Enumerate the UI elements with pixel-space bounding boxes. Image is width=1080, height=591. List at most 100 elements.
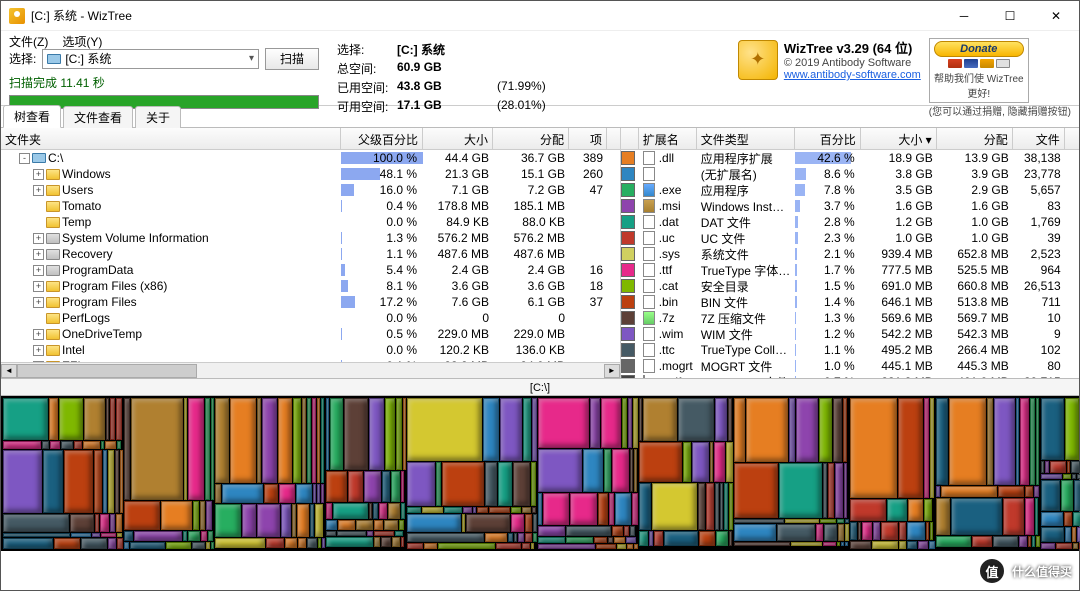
- scroll-left-icon[interactable]: ◄: [1, 364, 17, 378]
- ext-label: .msi: [659, 199, 681, 213]
- table-row[interactable]: +Users16.0 %7.1 GB7.2 GB47: [1, 182, 620, 198]
- ext-label: .dll: [659, 151, 674, 165]
- treemap[interactable]: [1, 396, 1079, 551]
- tree-expander[interactable]: +: [33, 329, 44, 340]
- table-row[interactable]: .datDAT 文件2.8 %1.2 GB1.0 GB1,769: [621, 214, 1079, 230]
- col-ext[interactable]: 扩展名: [639, 128, 697, 149]
- col-size[interactable]: 大小: [423, 128, 493, 149]
- drive-select[interactable]: [C:] 系统: [42, 49, 259, 69]
- ext-label: .sys: [659, 247, 680, 261]
- table-row[interactable]: +System Volume Information1.3 %576.2 MB5…: [1, 230, 620, 246]
- tree-expander[interactable]: +: [33, 297, 44, 308]
- tab-treeview[interactable]: 树查看: [3, 105, 61, 128]
- brand-url[interactable]: www.antibody-software.com: [784, 69, 921, 81]
- left-table-body[interactable]: -C:\100.0 %44.4 GB36.7 GB389+Windows48.1…: [1, 150, 620, 362]
- maximize-button[interactable]: ☐: [987, 1, 1033, 31]
- folder-name: Tomato: [62, 199, 101, 213]
- ext-label: .manifes: [649, 375, 694, 378]
- col-alloc2[interactable]: 分配: [937, 128, 1013, 149]
- scroll-thumb[interactable]: [17, 364, 197, 378]
- ext-color-icon: [621, 215, 635, 229]
- ext-label: .uc: [659, 231, 675, 245]
- close-button[interactable]: ✕: [1033, 1, 1079, 31]
- table-row[interactable]: .cat安全目录1.5 %691.0 MB660.8 MB26,513: [621, 278, 1079, 294]
- watermark-icon: 值: [978, 557, 1006, 585]
- col-pct[interactable]: 百分比: [795, 128, 861, 149]
- col-files[interactable]: 文件: [1013, 128, 1065, 149]
- table-row[interactable]: +Recovery1.1 %487.6 MB487.6 MB: [1, 246, 620, 262]
- folder-name: System Volume Information: [62, 231, 209, 245]
- table-row[interactable]: +OneDriveTemp0.5 %229.0 MB229.0 MB: [1, 326, 620, 342]
- col-filetype[interactable]: 文件类型: [697, 128, 795, 149]
- table-row[interactable]: +Intel0.0 %120.2 KB136.0 KB: [1, 342, 620, 358]
- filetype-icon: [643, 215, 655, 229]
- filetype-icon: [643, 247, 655, 261]
- scan-button[interactable]: 扫描: [265, 48, 319, 70]
- col-folder[interactable]: 文件夹: [1, 128, 341, 149]
- filetype-icon: [643, 359, 655, 373]
- payment-cards-icon: [934, 59, 1024, 68]
- table-row[interactable]: .wimWIM 文件1.2 %542.2 MB542.3 MB9: [621, 326, 1079, 342]
- minimize-button[interactable]: ─: [941, 1, 987, 31]
- tree-expander[interactable]: +: [33, 169, 44, 180]
- right-table-body[interactable]: .dll应用程序扩展42.6 %18.9 GB13.9 GB38,138(无扩展…: [621, 150, 1079, 378]
- table-row[interactable]: -C:\100.0 %44.4 GB36.7 GB389: [1, 150, 620, 166]
- table-row[interactable]: .ttfTrueType 字体文件1.7 %777.5 MB525.5 MB96…: [621, 262, 1079, 278]
- filetype-icon: [643, 375, 645, 378]
- table-row[interactable]: .manifesMANIFEST 文件0.7 %331.2 MB401.0 MB…: [621, 374, 1079, 378]
- tree-expander[interactable]: +: [33, 249, 44, 260]
- folder-icon: [46, 345, 60, 356]
- h-scrollbar[interactable]: ◄ ►: [1, 362, 620, 378]
- tab-fileview[interactable]: 文件查看: [63, 106, 133, 128]
- tab-about[interactable]: 关于: [135, 106, 181, 128]
- tree-expander[interactable]: +: [33, 281, 44, 292]
- donate-panel: Donate 帮助我们使 WizTree 更好!: [929, 38, 1029, 103]
- table-row[interactable]: Tomato0.4 %178.8 MB185.1 MB: [1, 198, 620, 214]
- table-row[interactable]: (无扩展名)8.6 %3.8 GB3.9 GB23,778: [621, 166, 1079, 182]
- tree-expander[interactable]: +: [33, 345, 44, 356]
- table-row[interactable]: +Program Files (x86)8.1 %3.6 GB3.6 GB18: [1, 278, 620, 294]
- table-row[interactable]: +ProgramData5.4 %2.4 GB2.4 GB16: [1, 262, 620, 278]
- watermark-text: 什么值得买: [1012, 563, 1072, 580]
- ext-color-icon: [621, 343, 635, 357]
- ext-color-icon: [621, 151, 635, 165]
- folder-name: Users: [62, 183, 93, 197]
- right-table-header: 扩展名 文件类型 百分比 大小 ▾ 分配 文件: [621, 128, 1079, 150]
- folder-icon: [46, 281, 60, 292]
- col-alloc[interactable]: 分配: [493, 128, 569, 149]
- filetype-icon: [643, 167, 655, 181]
- ext-color-icon: [621, 359, 635, 373]
- scroll-right-icon[interactable]: ►: [604, 364, 620, 378]
- watermark: 值 什么值得买: [978, 557, 1072, 585]
- col-items[interactable]: 项: [569, 128, 607, 149]
- tree-expander[interactable]: -: [19, 153, 30, 164]
- table-row[interactable]: Temp0.0 %84.9 KB88.0 KB: [1, 214, 620, 230]
- tree-expander[interactable]: +: [33, 265, 44, 276]
- folder-name: ProgramData: [62, 263, 133, 277]
- table-row[interactable]: .ttcTrueType Collection1.1 %495.2 MB266.…: [621, 342, 1079, 358]
- table-row[interactable]: .sys系统文件2.1 %939.4 MB652.8 MB2,523: [621, 246, 1079, 262]
- table-row[interactable]: .mogrtMOGRT 文件1.0 %445.1 MB445.3 MB80: [621, 358, 1079, 374]
- tree-expander[interactable]: +: [33, 233, 44, 244]
- drive-icon: [47, 54, 61, 64]
- table-row[interactable]: +Program Files17.2 %7.6 GB6.1 GB37: [1, 294, 620, 310]
- ext-label: .bin: [659, 295, 678, 309]
- main-panes: 文件夹 父级百分比 大小 分配 项 -C:\100.0 %44.4 GB36.7…: [1, 128, 1079, 378]
- tree-expander[interactable]: +: [33, 185, 44, 196]
- folder-name: Windows: [62, 167, 111, 181]
- table-row[interactable]: +Windows48.1 %21.3 GB15.1 GB260: [1, 166, 620, 182]
- table-row[interactable]: .binBIN 文件1.4 %646.1 MB513.8 MB711: [621, 294, 1079, 310]
- donate-button[interactable]: Donate: [934, 41, 1024, 57]
- hidden-folder-icon: [46, 233, 60, 244]
- col-parent-pct[interactable]: 父级百分比: [341, 128, 423, 149]
- table-row[interactable]: .7z7Z 压缩文件1.3 %569.6 MB569.7 MB10: [621, 310, 1079, 326]
- col-color[interactable]: [621, 128, 639, 149]
- folder-name: Temp: [62, 215, 91, 229]
- table-row[interactable]: .msiWindows Installer 程3.7 %1.6 GB1.6 GB…: [621, 198, 1079, 214]
- table-row[interactable]: PerfLogs0.0 %00: [1, 310, 620, 326]
- table-row[interactable]: .ucUC 文件2.3 %1.0 GB1.0 GB39: [621, 230, 1079, 246]
- table-row[interactable]: .dll应用程序扩展42.6 %18.9 GB13.9 GB38,138: [621, 150, 1079, 166]
- table-row[interactable]: .exe应用程序7.8 %3.5 GB2.9 GB5,657: [621, 182, 1079, 198]
- left-table-header: 文件夹 父级百分比 大小 分配 项: [1, 128, 620, 150]
- col-size2[interactable]: 大小 ▾: [861, 128, 937, 149]
